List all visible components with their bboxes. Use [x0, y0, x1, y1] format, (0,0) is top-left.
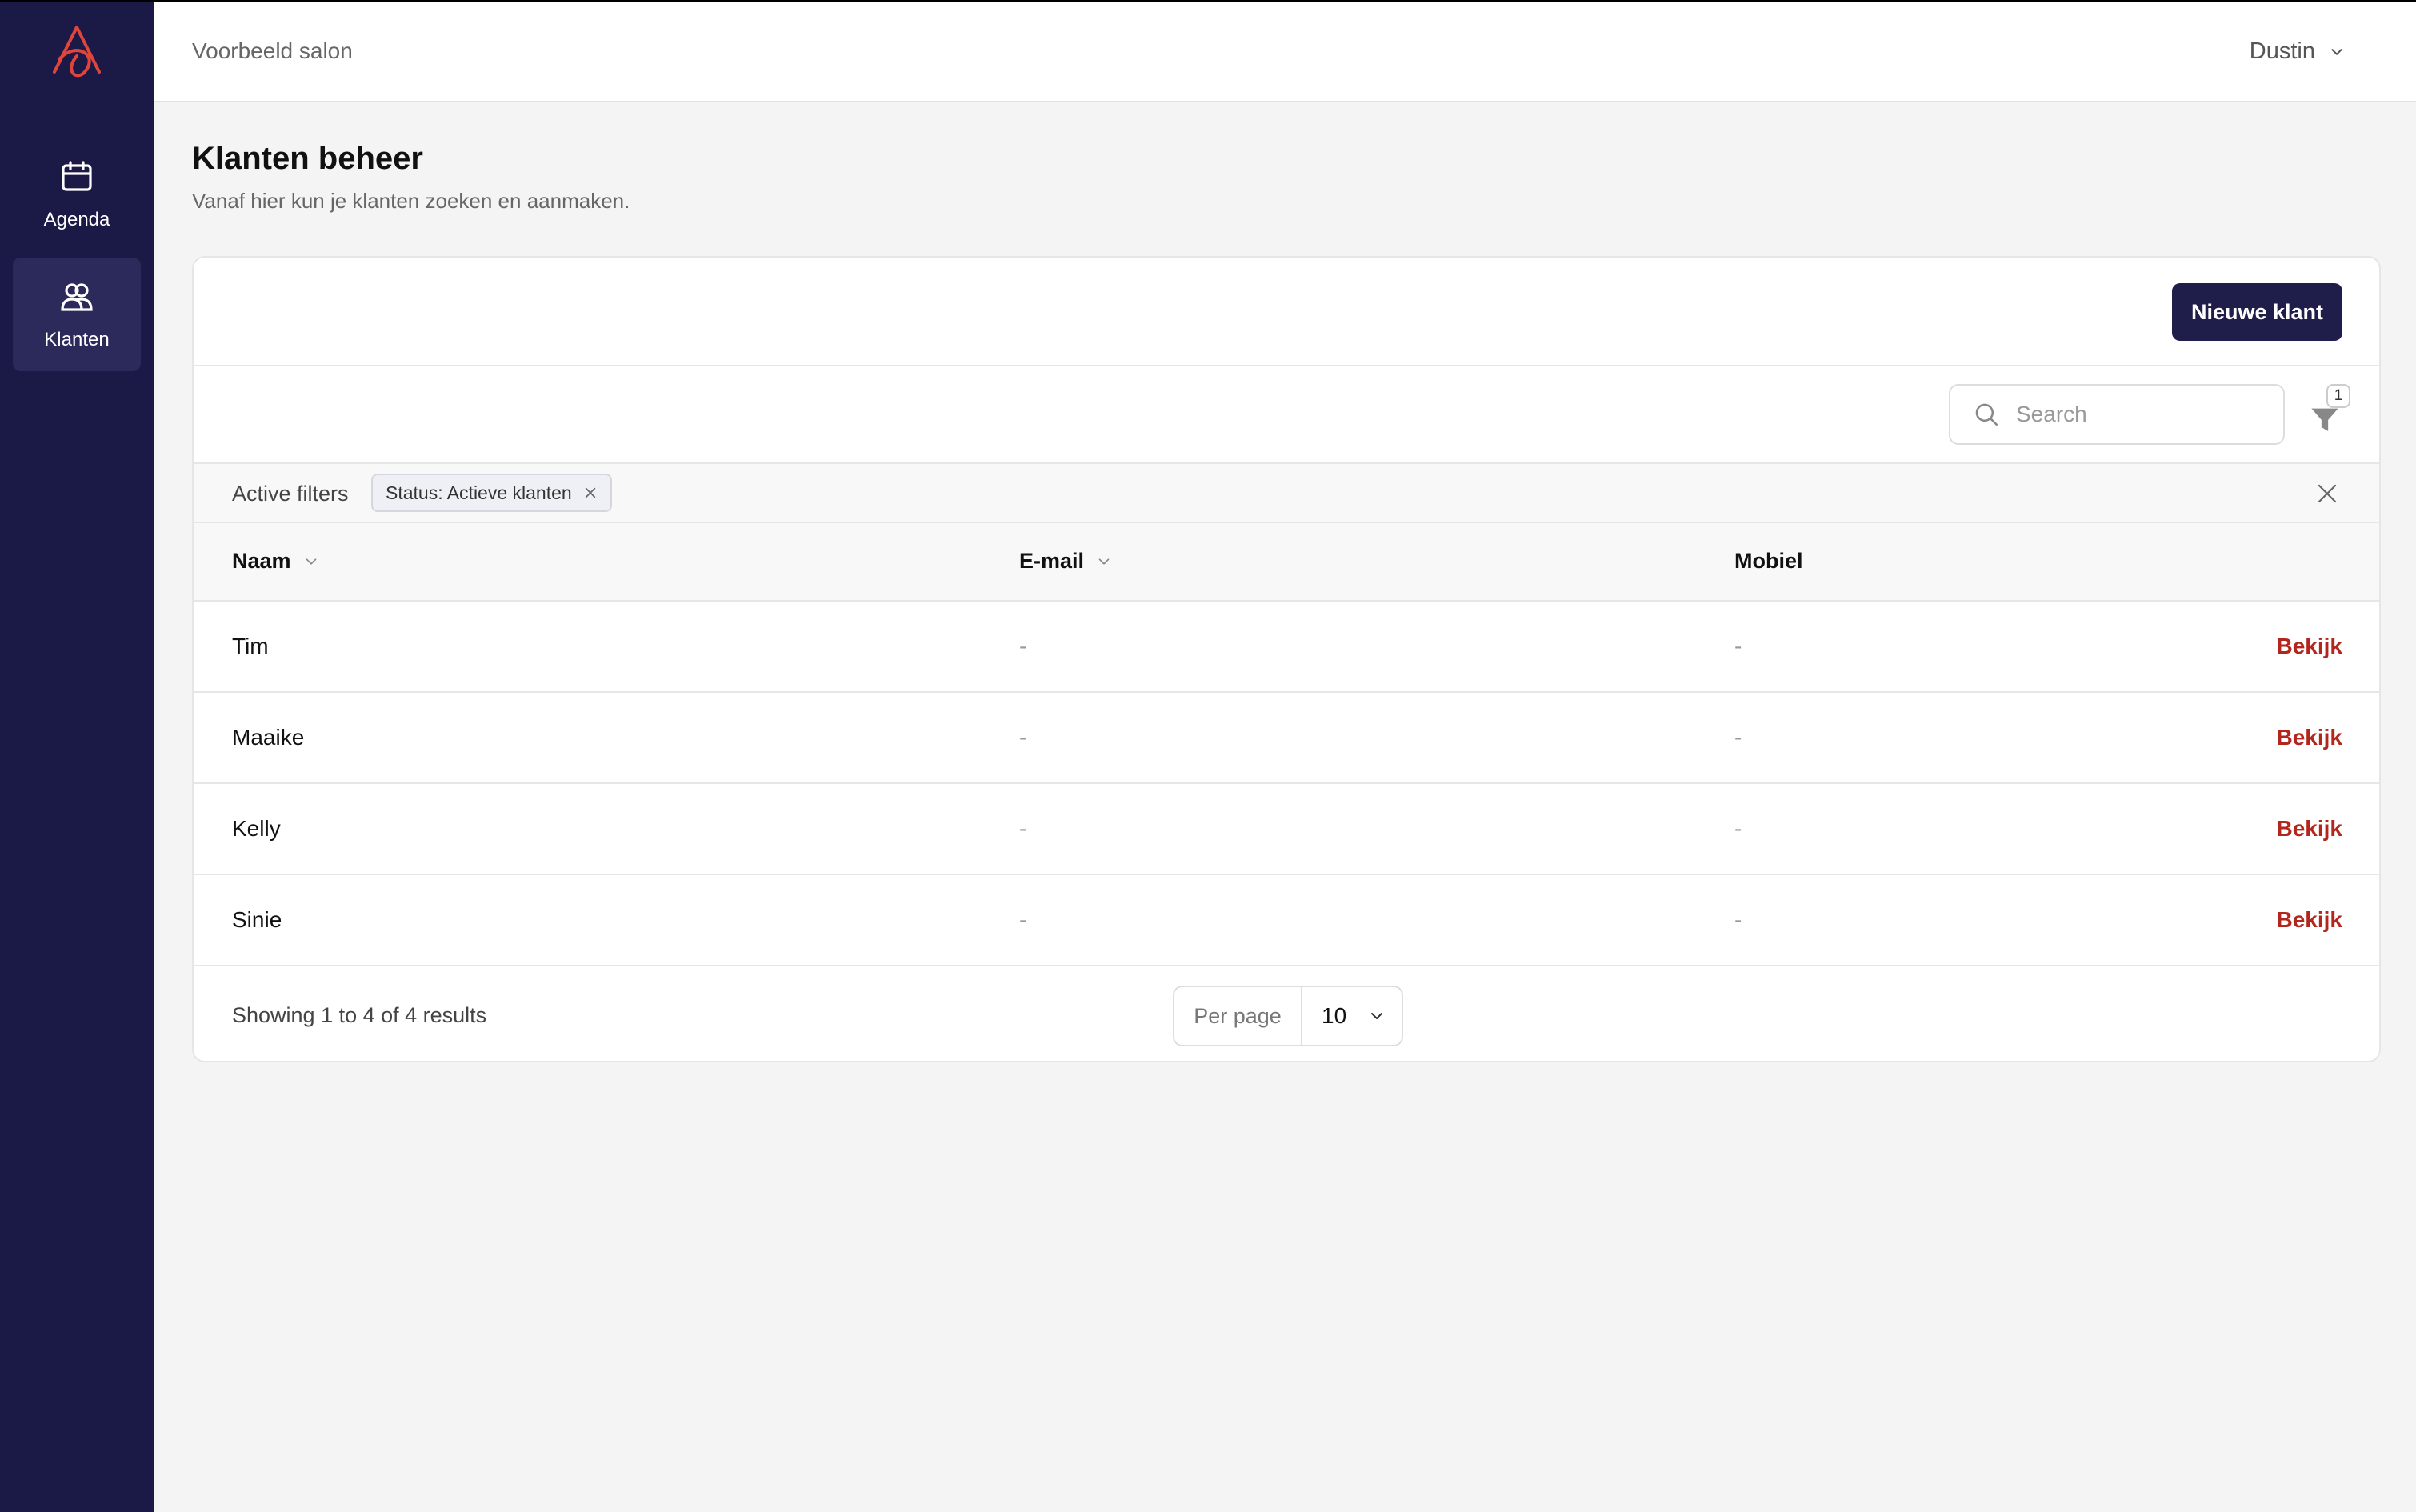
per-page-control: Per page 10: [1173, 986, 1403, 1046]
cell-naam: Maaike: [232, 725, 305, 750]
cell-mobiel: -: [1734, 634, 1742, 658]
chevron-down-icon: [1371, 1013, 1383, 1019]
table-row: Kelly - - Bekijk: [194, 784, 2379, 875]
cell-naam: Kelly: [232, 816, 281, 841]
per-page-select[interactable]: 10: [1302, 987, 1402, 1045]
column-header-email[interactable]: E-mail: [1019, 549, 1113, 574]
remove-filter-icon[interactable]: [583, 486, 598, 500]
chevron-down-icon: [1098, 558, 1110, 565]
table-row: Sinie - - Bekijk: [194, 875, 2379, 966]
page-title: Klanten beheer: [192, 141, 423, 176]
search-row: 1: [194, 366, 2379, 464]
table-row: Tim - - Bekijk: [194, 602, 2379, 693]
active-filters-row: Active filters Status: Actieve klanten: [194, 464, 2379, 523]
user-menu[interactable]: Dustin: [2250, 38, 2346, 65]
funnel-icon: [2311, 408, 2338, 431]
salon-name: Voorbeeld salon: [192, 38, 353, 63]
column-header-label: Mobiel: [1734, 549, 1803, 573]
cell-email: -: [1019, 907, 1027, 932]
per-page-label: Per page: [1174, 987, 1302, 1045]
cell-email: -: [1019, 634, 1027, 658]
table-row: Maaike - - Bekijk: [194, 693, 2379, 784]
cell-email: -: [1019, 816, 1027, 841]
sidebar-item-agenda[interactable]: Agenda: [13, 138, 141, 251]
column-header-label: Naam: [232, 549, 291, 573]
cell-mobiel: -: [1734, 725, 1742, 750]
page-subtitle: Vanaf hier kun je klanten zoeken en aanm…: [192, 189, 630, 213]
sidebar-item-label: Klanten: [44, 329, 110, 350]
user-name: Dustin: [2249, 38, 2315, 64]
users-icon: [61, 283, 93, 311]
filter-button[interactable]: 1: [2302, 384, 2350, 440]
new-client-button[interactable]: Nieuwe klant: [2171, 283, 2342, 341]
per-page-value: 10: [1322, 1003, 1347, 1028]
column-header-label: E-mail: [1019, 549, 1085, 573]
table-body: Tim - - Bekijk Maaike - - Bekijk Kelly -…: [194, 602, 2379, 966]
sidebar: Agenda Klanten: [0, 0, 154, 1512]
search-box[interactable]: [1949, 384, 2285, 445]
topbar: Voorbeeld salon Dustin: [154, 0, 2416, 102]
sidebar-item-klanten[interactable]: Klanten: [13, 258, 141, 371]
filter-chip: Status: Actieve klanten: [371, 474, 612, 512]
filter-count-badge: 1: [2326, 384, 2350, 408]
clients-card: Nieuwe klant 1 Active filters Status: Ac…: [192, 256, 2381, 1062]
cell-email: -: [1019, 725, 1027, 750]
cell-naam: Tim: [232, 634, 269, 658]
cell-mobiel: -: [1734, 907, 1742, 932]
logo-icon[interactable]: [45, 24, 109, 80]
cell-naam: Sinie: [232, 907, 282, 932]
cell-mobiel: -: [1734, 816, 1742, 841]
calendar-icon: [62, 161, 92, 191]
filter-chip-label: Status: Actieve klanten: [386, 482, 572, 503]
card-toolbar: Nieuwe klant: [194, 258, 2379, 366]
search-icon: [1975, 403, 1998, 426]
column-header-mobiel: Mobiel: [1734, 549, 1803, 574]
search-input[interactable]: [2016, 402, 2256, 427]
active-filters-label: Active filters: [232, 482, 349, 506]
sidebar-item-label: Agenda: [43, 209, 110, 230]
view-client-link[interactable]: Bekijk: [2277, 725, 2343, 750]
app-root: Agenda Klanten Voorbeeld salon Dustin Kl…: [0, 0, 2416, 1512]
results-summary: Showing 1 to 4 of 4 results: [232, 1003, 487, 1027]
clear-filters-icon[interactable]: [2315, 482, 2339, 506]
view-client-link[interactable]: Bekijk: [2277, 907, 2343, 933]
chevron-down-icon: [2331, 48, 2342, 55]
view-client-link[interactable]: Bekijk: [2277, 816, 2343, 842]
column-header-naam[interactable]: Naam: [232, 549, 320, 574]
chevron-down-icon: [306, 558, 316, 565]
view-client-link[interactable]: Bekijk: [2277, 634, 2343, 659]
table-header: Naam E-mail Mobiel: [194, 523, 2379, 602]
table-footer: Showing 1 to 4 of 4 results Per page 10: [194, 968, 2379, 1061]
